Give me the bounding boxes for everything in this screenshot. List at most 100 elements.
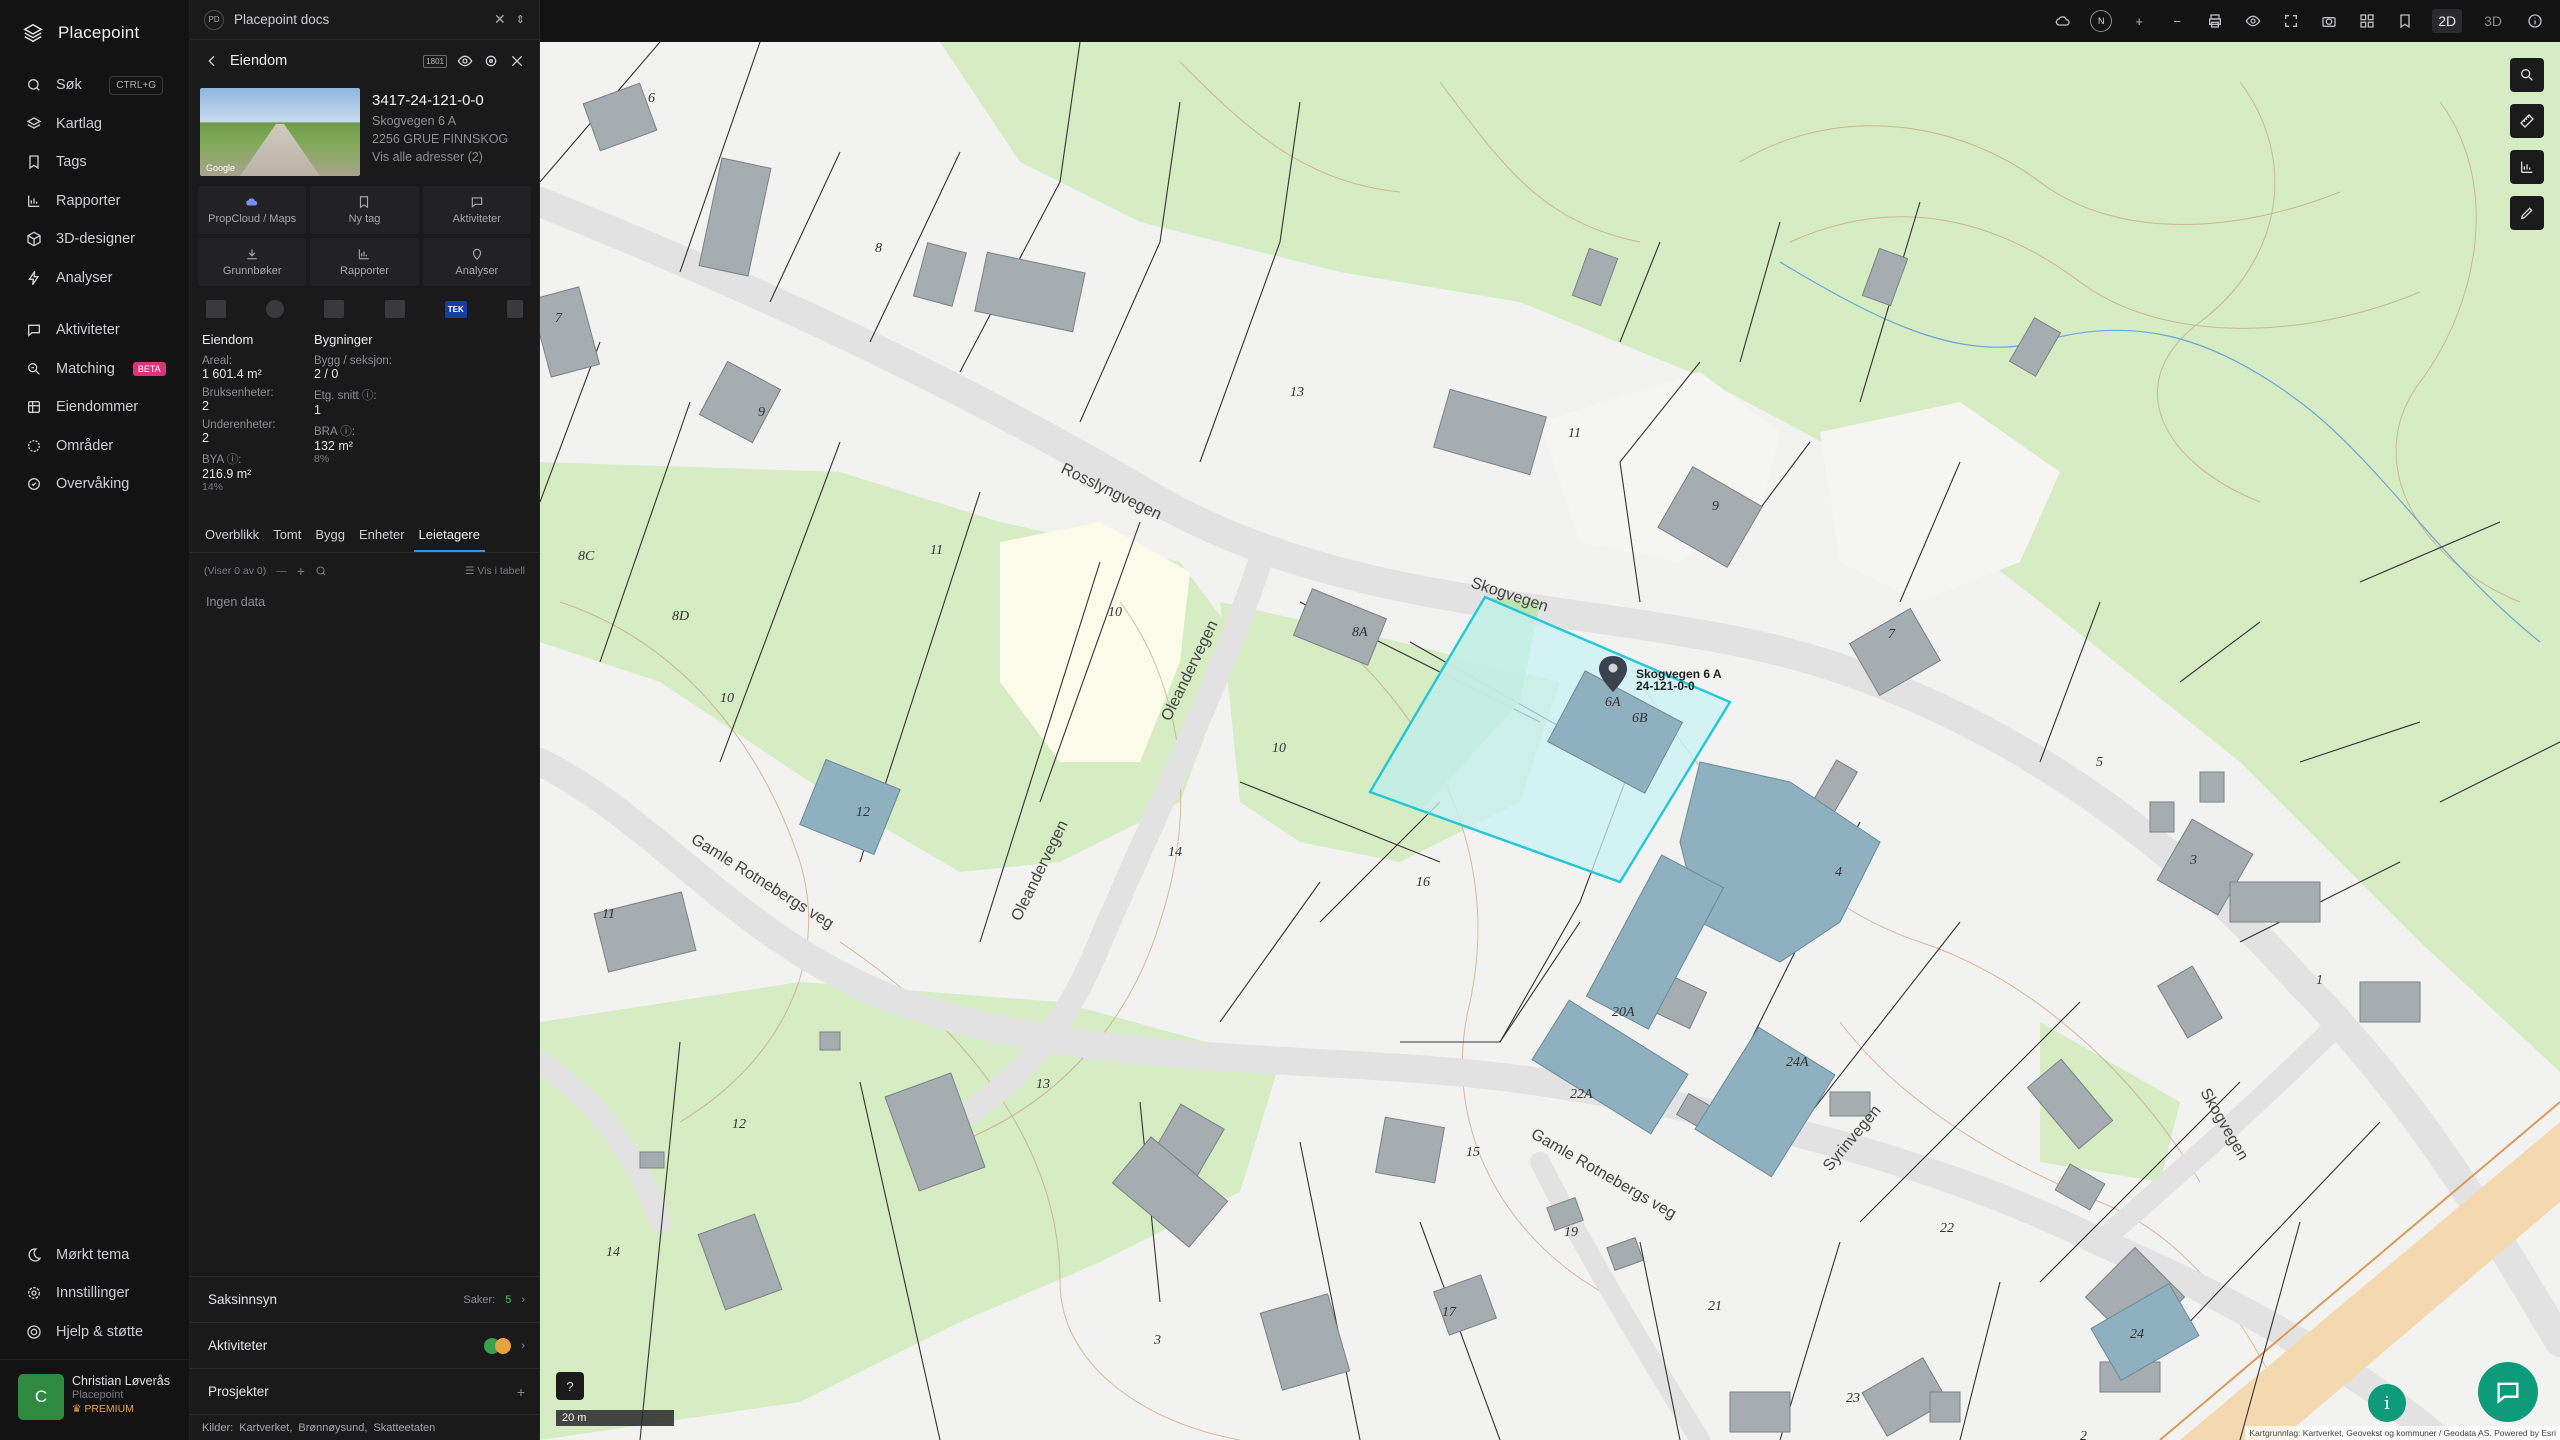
close-icon[interactable]: ✕ <box>494 11 506 28</box>
eye-icon[interactable] <box>457 53 473 69</box>
eye-icon[interactable] <box>2242 10 2264 32</box>
nav-label: Innstillinger <box>56 1285 130 1302</box>
user-info: Christian Løverås Placepoint ♛ PREMIUM <box>72 1374 170 1420</box>
avatar <box>495 1337 512 1354</box>
avatar: C <box>18 1374 64 1420</box>
street-view-photo[interactable]: Google <box>200 88 360 176</box>
zoom-out-icon[interactable]: − <box>2166 10 2188 32</box>
collapse-icon[interactable]: — <box>276 565 287 577</box>
zoning-layer-icon[interactable] <box>206 300 226 318</box>
nav-item-help[interactable]: Hjelp & støtte <box>0 1313 190 1352</box>
stairs-layer-icon[interactable] <box>384 300 405 318</box>
info-icon[interactable] <box>2524 10 2546 32</box>
nav-label: Rapporter <box>56 192 121 209</box>
bookmark-icon[interactable] <box>2394 10 2416 32</box>
area-icon <box>28 439 40 452</box>
nav-item-settings[interactable]: Innstillinger <box>0 1274 190 1313</box>
fact-key: Areal: <box>202 355 233 367</box>
area-search-button[interactable] <box>2510 58 2544 92</box>
address-label: 13 <box>1290 385 1304 400</box>
mode-2d-button[interactable]: 2D <box>2432 9 2463 33</box>
nav-item-tags[interactable]: Tags <box>0 143 189 182</box>
bar-chart-icon <box>28 195 40 207</box>
zoom-in-icon[interactable]: + <box>2128 10 2150 32</box>
nav-item-dark-theme[interactable]: Mørkt tema <box>0 1236 190 1275</box>
search-icon[interactable] <box>315 565 327 577</box>
mode-3d-button[interactable]: 3D <box>2478 9 2508 33</box>
nav-item-analyses[interactable]: Analyser <box>0 259 189 298</box>
map-view[interactable]: Rosslyngvegen Skogvegen Oleandervegen Ol… <box>540 42 2560 1440</box>
nav-item-3d-designer[interactable]: 3D-designer <box>0 220 189 259</box>
chart-tool-button[interactable] <box>2510 150 2544 184</box>
draw-tool-button[interactable] <box>2510 196 2544 230</box>
tab-units[interactable]: Enheter <box>354 517 410 552</box>
brand[interactable]: Placepoint <box>0 0 189 66</box>
house-layer-icon[interactable] <box>506 300 523 318</box>
doc-bar[interactable]: PD Placepoint docs ✕ ⇕ <box>190 0 539 40</box>
compass-button[interactable]: N <box>2090 10 2113 32</box>
chat-support-button[interactable] <box>2478 1362 2538 1422</box>
locate-icon[interactable] <box>483 53 499 69</box>
tek-layer-button[interactable]: TEK <box>444 300 467 318</box>
camera-icon[interactable] <box>2318 10 2340 32</box>
show-in-table-button[interactable]: ☰ Vis i tabell <box>465 565 525 577</box>
section-projects[interactable]: Prosjekter + <box>190 1368 539 1414</box>
nav-item-activities[interactable]: Aktiviteter <box>0 311 189 350</box>
address-label: 20A <box>1612 1005 1635 1020</box>
nav-group-secondary: Aktiviteter Matching BETA Eiendommer Omr… <box>0 311 189 504</box>
section-meta: › <box>484 1337 525 1354</box>
tab-building[interactable]: Bygg <box>310 517 350 552</box>
activities-button[interactable]: Aktiviteter <box>422 186 531 234</box>
nav-item-properties[interactable]: Eiendommer <box>0 388 189 427</box>
globe-layer-icon[interactable] <box>266 300 285 318</box>
property-id: 3417-24-121-0-0 <box>372 92 484 109</box>
add-icon[interactable]: + <box>517 1384 525 1400</box>
nav-item-monitoring[interactable]: Overvåking <box>0 465 189 504</box>
print-icon[interactable] <box>2204 10 2226 32</box>
nav-item-search[interactable]: Søk CTRL+G <box>0 66 189 105</box>
chat-bubble-icon <box>2497 1382 2519 1404</box>
section-activities[interactable]: Aktiviteter › <box>190 1322 539 1368</box>
back-icon[interactable] <box>204 53 220 69</box>
map-info-button[interactable]: i <box>2368 1384 2406 1422</box>
chevron-right-icon: › <box>521 1339 525 1352</box>
qr-icon[interactable] <box>2356 10 2378 32</box>
scale-bar: 20 m <box>556 1410 674 1426</box>
reports-button[interactable]: Rapporter <box>310 238 419 286</box>
new-tag-button[interactable]: Ny tag <box>310 186 419 234</box>
fullscreen-icon[interactable] <box>2280 10 2302 32</box>
chevron-updown-icon[interactable]: ⇕ <box>516 13 525 26</box>
analyses-button[interactable]: Analyser <box>422 238 531 286</box>
nav-item-matching[interactable]: Matching BETA <box>0 350 189 389</box>
property-text: 3417-24-121-0-0 Skogvegen 6 A 2256 GRUE … <box>372 88 508 176</box>
help-map-button[interactable]: ? <box>556 1372 584 1400</box>
tab-overview[interactable]: Overblikk <box>200 517 264 552</box>
map-attribution: Kartgrunnlag: Kartverket, Geovekst og ko… <box>2245 1426 2560 1440</box>
matrikkel-badge[interactable]: 1801 <box>423 54 447 68</box>
address-label: 2 <box>2080 1429 2087 1440</box>
close-panel-icon[interactable] <box>509 53 525 69</box>
tree-layer-icon[interactable] <box>324 300 345 318</box>
nav-item-layers[interactable]: Kartlag <box>0 105 189 144</box>
nav-item-reports[interactable]: Rapporter <box>0 182 189 221</box>
land-registry-button[interactable]: Grunnbøker <box>198 238 307 286</box>
user-card[interactable]: C Christian Løverås Placepoint ♛ PREMIUM <box>0 1359 190 1440</box>
info-icon: i <box>2384 1392 2390 1414</box>
propcloud-button[interactable]: PropCloud / Maps <box>198 186 307 234</box>
source-link[interactable]: Kartverket, <box>239 1422 292 1434</box>
measure-button[interactable] <box>2510 104 2544 138</box>
source-link[interactable]: Skatteetaten <box>373 1422 435 1434</box>
show-all-addresses-link[interactable]: Vis alle adresser (2) <box>372 148 508 166</box>
tab-plot[interactable]: Tomt <box>268 517 306 552</box>
source-link[interactable]: Brønnøysund, <box>298 1422 367 1434</box>
nav-label: Søk <box>56 77 82 94</box>
address-label: 11 <box>602 907 615 922</box>
address-label: 7 <box>555 311 563 326</box>
section-case-insight[interactable]: Saksinnsyn Saker: 5 › <box>190 1276 539 1322</box>
add-icon[interactable]: + <box>297 563 305 579</box>
nav-item-areas[interactable]: Områder <box>0 427 189 466</box>
address-label: 5 <box>2096 755 2103 770</box>
tab-tenants[interactable]: Leietagere <box>413 517 485 552</box>
map-canvas[interactable]: Rosslyngvegen Skogvegen Oleandervegen Ol… <box>540 42 2560 1440</box>
propcloud-icon[interactable] <box>2052 10 2074 32</box>
